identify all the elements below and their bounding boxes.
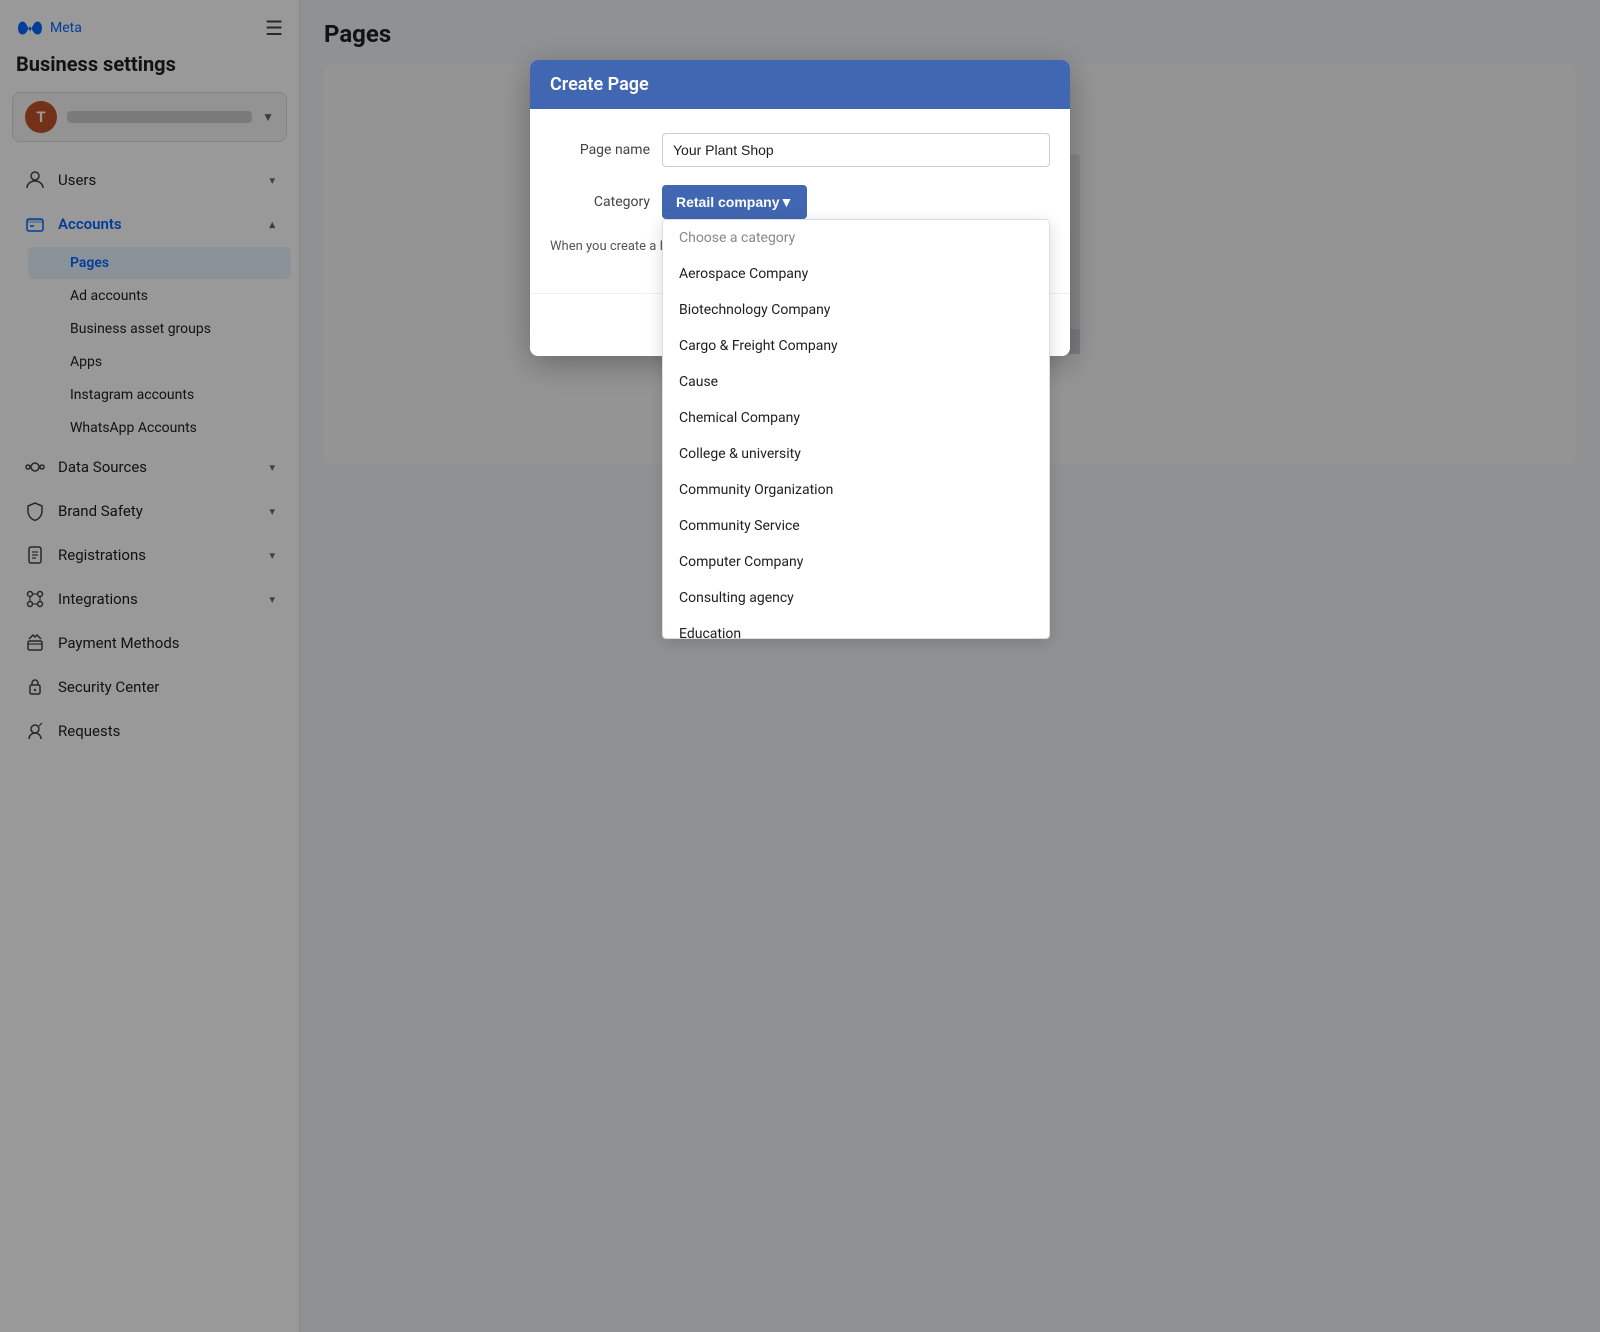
cargo-label: Cargo & Freight Company (679, 338, 838, 354)
modal-header: Create Page (530, 60, 1070, 109)
dropdown-item-college[interactable]: College & university (663, 436, 1049, 472)
dropdown-item-computer[interactable]: Computer Company (663, 544, 1049, 580)
dropdown-item-community-service[interactable]: Community Service (663, 508, 1049, 544)
category-row: Category Retail company ▼ Choose a categ… (550, 185, 1050, 219)
page-name-row: Page name (550, 133, 1050, 167)
dropdown-item-cause[interactable]: Cause (663, 364, 1049, 400)
dropdown-item-community-org[interactable]: Community Organization (663, 472, 1049, 508)
community-service-label: Community Service (679, 518, 800, 534)
education-label: Education (679, 626, 741, 639)
dropdown-item-chemical[interactable]: Chemical Company (663, 400, 1049, 436)
modal-overlay: Create Page Page name Category Retail co… (300, 0, 1600, 1332)
page-name-label: Page name (550, 142, 650, 158)
main-content: Pages (300, 0, 1600, 1332)
selected-category-text: Retail company (676, 194, 779, 210)
chemical-label: Chemical Company (679, 410, 800, 426)
category-dropdown-arrow-icon: ▼ (779, 194, 793, 210)
dropdown-choose-label: Choose a category (679, 230, 795, 246)
create-page-modal: Create Page Page name Category Retail co… (530, 60, 1070, 356)
consulting-label: Consulting agency (679, 590, 794, 606)
dropdown-item-biotechnology[interactable]: Biotechnology Company (663, 292, 1049, 328)
computer-label: Computer Company (679, 554, 803, 570)
dropdown-item-consulting[interactable]: Consulting agency (663, 580, 1049, 616)
aerospace-label: Aerospace Company (679, 266, 808, 282)
category-select-button[interactable]: Retail company ▼ (662, 185, 807, 219)
page-name-input[interactable] (662, 133, 1050, 167)
category-dropdown-menu: Choose a category Aerospace Company Biot… (662, 219, 1050, 639)
category-label: Category (550, 194, 650, 210)
biotechnology-label: Biotechnology Company (679, 302, 830, 318)
dropdown-item-aerospace[interactable]: Aerospace Company (663, 256, 1049, 292)
college-label: College & university (679, 446, 801, 462)
modal-title: Create Page (550, 74, 649, 95)
dropdown-item-choose[interactable]: Choose a category (663, 220, 1049, 256)
cause-label: Cause (679, 374, 718, 390)
dropdown-item-education[interactable]: Education (663, 616, 1049, 639)
modal-body: Page name Category Retail company ▼ (530, 109, 1070, 293)
category-wrapper: Retail company ▼ Choose a category Aeros… (662, 185, 1050, 219)
community-org-label: Community Organization (679, 482, 833, 498)
dropdown-item-cargo[interactable]: Cargo & Freight Company (663, 328, 1049, 364)
